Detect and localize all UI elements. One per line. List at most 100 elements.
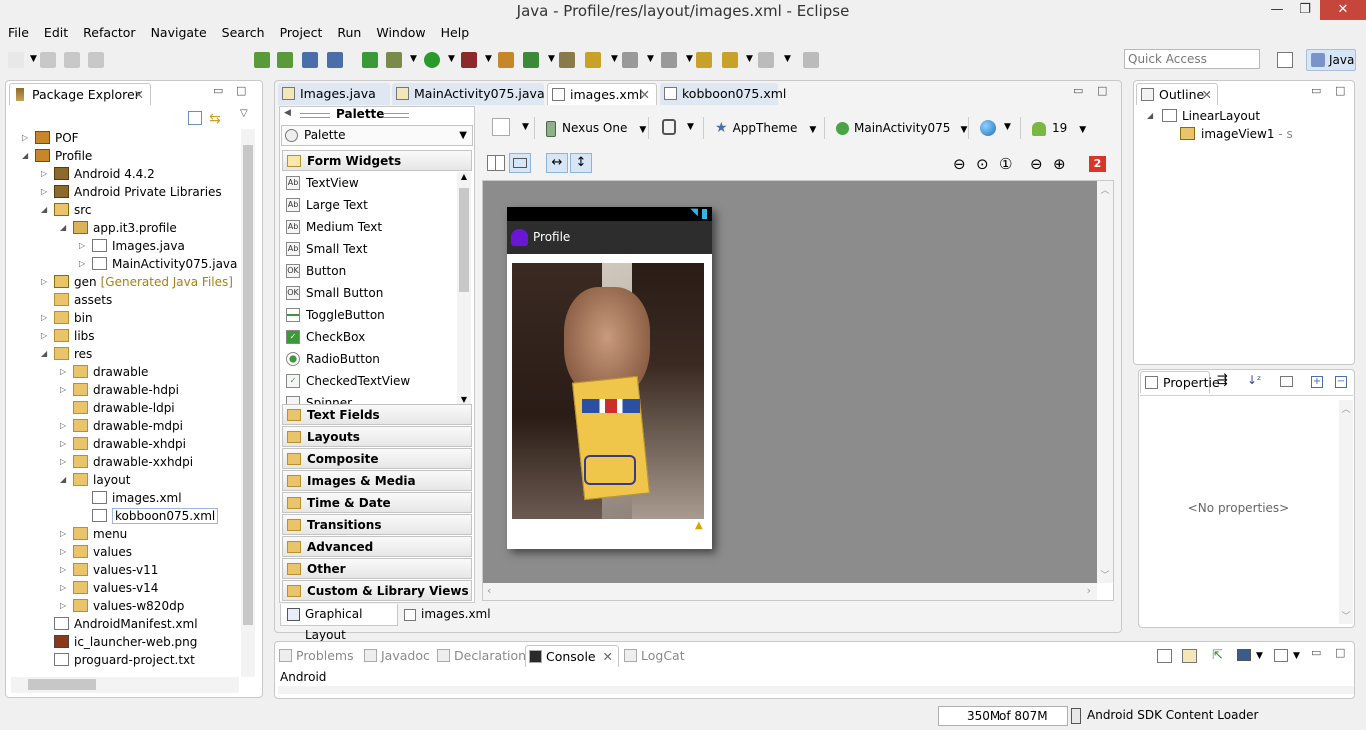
search-icon[interactable] bbox=[585, 52, 601, 68]
new-android-project-icon[interactable] bbox=[327, 52, 343, 68]
maximize-view-icon[interactable]: □ bbox=[1335, 646, 1345, 659]
activity-dropdown[interactable]: MainActivity075 ▼ bbox=[836, 117, 967, 139]
expand-arrow-icon[interactable]: ▷ bbox=[22, 129, 31, 147]
tab-xml-source[interactable]: images.xml bbox=[401, 604, 491, 626]
expand-arrow-icon[interactable]: ▷ bbox=[79, 255, 88, 273]
fill-width-icon[interactable]: ↔ bbox=[546, 153, 568, 173]
java-perspective-button[interactable]: Java bbox=[1306, 49, 1356, 71]
tab-kobboon075-xml[interactable]: kobboon075.xml bbox=[660, 83, 786, 105]
maximize-editor-icon[interactable]: □ bbox=[1097, 84, 1107, 97]
tree-item[interactable]: ◢ Profile bbox=[8, 147, 92, 165]
menu-window[interactable]: Window bbox=[368, 22, 432, 44]
forward-icon[interactable] bbox=[758, 52, 774, 68]
palette-group[interactable]: Advanced bbox=[282, 536, 472, 557]
tree-item[interactable]: ▷ Android 4.4.2 bbox=[27, 165, 155, 183]
tree-item[interactable]: ▷ Images.java bbox=[65, 237, 185, 255]
zoom-in-icon[interactable]: ⊕ bbox=[1053, 155, 1066, 173]
maximize-view-icon[interactable]: □ bbox=[236, 84, 246, 97]
save-all-icon[interactable] bbox=[64, 52, 80, 68]
expand-arrow-icon[interactable]: ◢ bbox=[1147, 107, 1156, 125]
tree-item[interactable]: ▷ values-v14 bbox=[46, 579, 158, 597]
expand-arrow-icon[interactable]: ▷ bbox=[41, 183, 50, 201]
collapse-arrow-icon[interactable]: ◢ bbox=[41, 201, 50, 219]
menu-project[interactable]: Project bbox=[272, 22, 330, 44]
collapse-all-icon[interactable] bbox=[188, 111, 202, 125]
chevron-down-icon[interactable]: ▼ bbox=[485, 54, 492, 64]
maximize-view-icon[interactable]: □ bbox=[1335, 84, 1345, 97]
tree-item[interactable]: ic_launcher-web.png bbox=[27, 633, 197, 651]
tree-item[interactable]: ▷ drawable-mdpi bbox=[46, 417, 183, 435]
expand-arrow-icon[interactable]: ▷ bbox=[60, 561, 69, 579]
tab-graphical-layout[interactable]: Graphical Layout bbox=[280, 604, 398, 642]
tree-item[interactable]: assets bbox=[27, 291, 112, 309]
outline-item-linearlayout[interactable]: ◢ LinearLayout bbox=[1147, 107, 1260, 125]
outline-item-imageview[interactable]: imageView1 - s bbox=[1180, 125, 1293, 143]
lint-icon[interactable] bbox=[302, 52, 318, 68]
chevron-down-icon[interactable]: ▼ bbox=[687, 122, 694, 132]
display-console-icon[interactable] bbox=[1237, 649, 1251, 661]
run-external-icon[interactable] bbox=[461, 52, 477, 68]
expand-arrow-icon[interactable]: ▷ bbox=[79, 237, 88, 255]
tree-horizontal-scrollbar[interactable] bbox=[11, 677, 239, 693]
fill-height-icon[interactable]: ↕ bbox=[570, 153, 592, 173]
avd-manager-icon[interactable] bbox=[277, 52, 293, 68]
palette-widget[interactable]: Ab TextView bbox=[283, 172, 453, 194]
tab-package-explorer[interactable]: Package Explorer ✕ bbox=[9, 83, 151, 105]
new-java-project-icon[interactable] bbox=[498, 52, 514, 68]
heap-status[interactable]: 350M of 807M bbox=[938, 706, 1068, 726]
menu-help[interactable]: Help bbox=[433, 22, 477, 44]
clear-console-icon[interactable] bbox=[1157, 649, 1172, 663]
expand-arrow-icon[interactable]: ▷ bbox=[60, 525, 69, 543]
tab-mainactivity075-java[interactable]: MainActivity075.java bbox=[392, 83, 545, 105]
menu-run[interactable]: Run bbox=[329, 22, 368, 44]
tree-item[interactable]: ◢ res bbox=[27, 345, 92, 363]
expand-arrow-icon[interactable]: ▷ bbox=[60, 543, 69, 561]
chevron-down-icon[interactable]: ▼ bbox=[784, 54, 791, 64]
device-dropdown[interactable]: Nexus One ▼ bbox=[546, 117, 646, 139]
tab-javadoc[interactable]: Javadoc bbox=[361, 645, 433, 667]
expand-arrow-icon[interactable]: ▷ bbox=[60, 381, 69, 399]
save-icon[interactable] bbox=[40, 52, 56, 68]
tab-images-xml[interactable]: images.xml ✕ bbox=[547, 83, 657, 105]
tree-item[interactable]: ▷ drawable-xhdpi bbox=[46, 435, 186, 453]
open-type-icon[interactable] bbox=[559, 52, 575, 68]
view-menu-icon[interactable]: ▽ bbox=[240, 108, 248, 119]
menu-refactor[interactable]: Refactor bbox=[75, 22, 142, 44]
palette-group[interactable]: Images & Media bbox=[282, 470, 472, 491]
tree-item[interactable]: ▷ MainActivity075.java bbox=[65, 255, 237, 273]
new-xml-icon[interactable] bbox=[362, 52, 378, 68]
android-sdk-manager-icon[interactable] bbox=[254, 52, 270, 68]
palette-group[interactable]: Other bbox=[282, 558, 472, 579]
tree-item[interactable]: ▷ bin bbox=[27, 309, 93, 327]
zoom-100-icon[interactable]: ① bbox=[999, 155, 1012, 173]
show-advanced-icon[interactable] bbox=[1280, 376, 1293, 387]
pin-console-icon[interactable]: ⇱ bbox=[1212, 648, 1223, 663]
expand-all-icon[interactable]: + bbox=[1311, 376, 1323, 388]
tree-item[interactable]: ▷ values-w820dp bbox=[46, 597, 184, 615]
collapse-arrow-icon[interactable]: ◢ bbox=[60, 219, 69, 237]
palette-group[interactable]: Layouts bbox=[282, 426, 472, 447]
tree-item[interactable]: ▷ drawable-hdpi bbox=[46, 381, 179, 399]
zoom-fit-icon[interactable]: ⊖ bbox=[953, 155, 966, 173]
menu-file[interactable]: File bbox=[0, 22, 36, 44]
palette-scrollbar[interactable]: ▲ ▼ bbox=[457, 172, 471, 404]
chevron-down-icon[interactable]: ▼ bbox=[30, 54, 37, 64]
tree-item[interactable]: ▷ drawable-xxhdpi bbox=[46, 453, 193, 471]
collapse-all-icon[interactable]: − bbox=[1335, 376, 1347, 388]
close-view-icon[interactable]: ✕ bbox=[603, 646, 613, 668]
close-tab-icon[interactable]: ✕ bbox=[640, 84, 650, 106]
minimize-icon[interactable]: — bbox=[1262, 0, 1292, 20]
zoom-real-icon[interactable]: ⊙ bbox=[976, 155, 989, 173]
expand-arrow-icon[interactable]: ▷ bbox=[41, 273, 50, 291]
palette-widget[interactable]: OK Small Button bbox=[283, 282, 453, 304]
quick-access-input[interactable]: Quick Access bbox=[1124, 49, 1260, 69]
tree-item[interactable]: ◢ layout bbox=[46, 471, 130, 489]
tree-item[interactable]: ▷ menu bbox=[46, 525, 127, 543]
chevron-down-icon[interactable]: ▼ bbox=[611, 54, 618, 64]
new-icon[interactable] bbox=[8, 52, 24, 68]
menu-navigate[interactable]: Navigate bbox=[143, 22, 214, 44]
minimize-editor-icon[interactable]: ▭ bbox=[1073, 84, 1083, 97]
properties-scrollbar[interactable]: ︿ ﹀ bbox=[1339, 400, 1353, 624]
tree-item[interactable]: ▷ values-v11 bbox=[46, 561, 158, 579]
tree-vertical-scrollbar[interactable] bbox=[241, 129, 255, 677]
